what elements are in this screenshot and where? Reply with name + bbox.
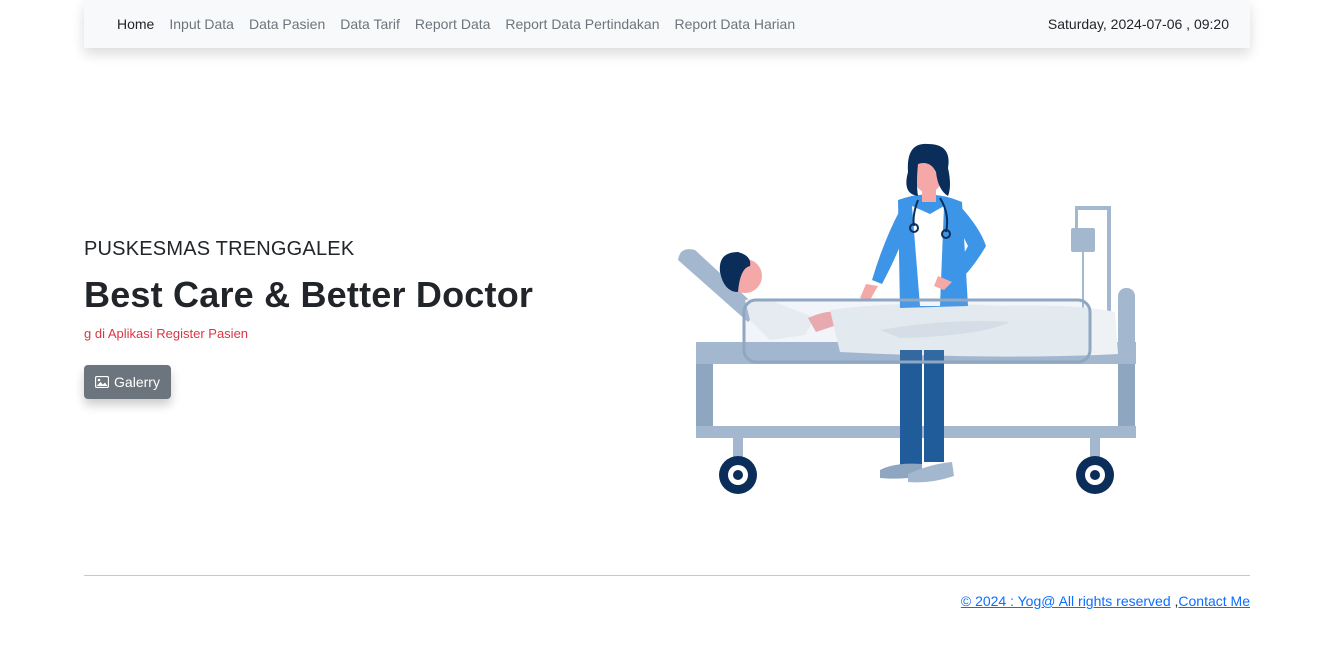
nav-home[interactable]: Home [117, 16, 154, 32]
datetime-display: Saturday, 2024-07-06 , 09:20 [1047, 16, 1229, 32]
gallery-button-label: Galerry [114, 374, 160, 390]
navbar: Home Input Data Data Pasien Data Tarif R… [84, 0, 1250, 48]
nav-report-data[interactable]: Report Data [415, 16, 490, 32]
gallery-button[interactable]: Galerry [84, 365, 171, 399]
image-icon [95, 376, 110, 388]
nav-data-pasien[interactable]: Data Pasien [249, 16, 325, 32]
footer-divider [84, 575, 1250, 576]
contact-me-link[interactable]: Contact Me [1178, 593, 1250, 609]
doctor-patient-illustration [660, 130, 1150, 510]
nav-data-tarif[interactable]: Data Tarif [340, 16, 400, 32]
footer: © 2024 : Yog@ All rights reserved ,Conta… [961, 593, 1250, 609]
hero-subtitle: PUSKESMAS TRENGGALEK [84, 238, 355, 260]
hero-title: Best Care & Better Doctor [84, 274, 534, 315]
copyright-link[interactable]: © 2024 : Yog@ All rights reserved [961, 593, 1171, 609]
nav-links: Home Input Data Data Pasien Data Tarif R… [117, 0, 810, 48]
hero-marquee-text: g di Aplikasi Register Pasien [84, 326, 249, 341]
nav-report-data-pertindakan[interactable]: Report Data Pertindakan [505, 16, 659, 32]
nav-input-data[interactable]: Input Data [169, 16, 234, 32]
nav-report-data-harian[interactable]: Report Data Harian [675, 16, 796, 32]
